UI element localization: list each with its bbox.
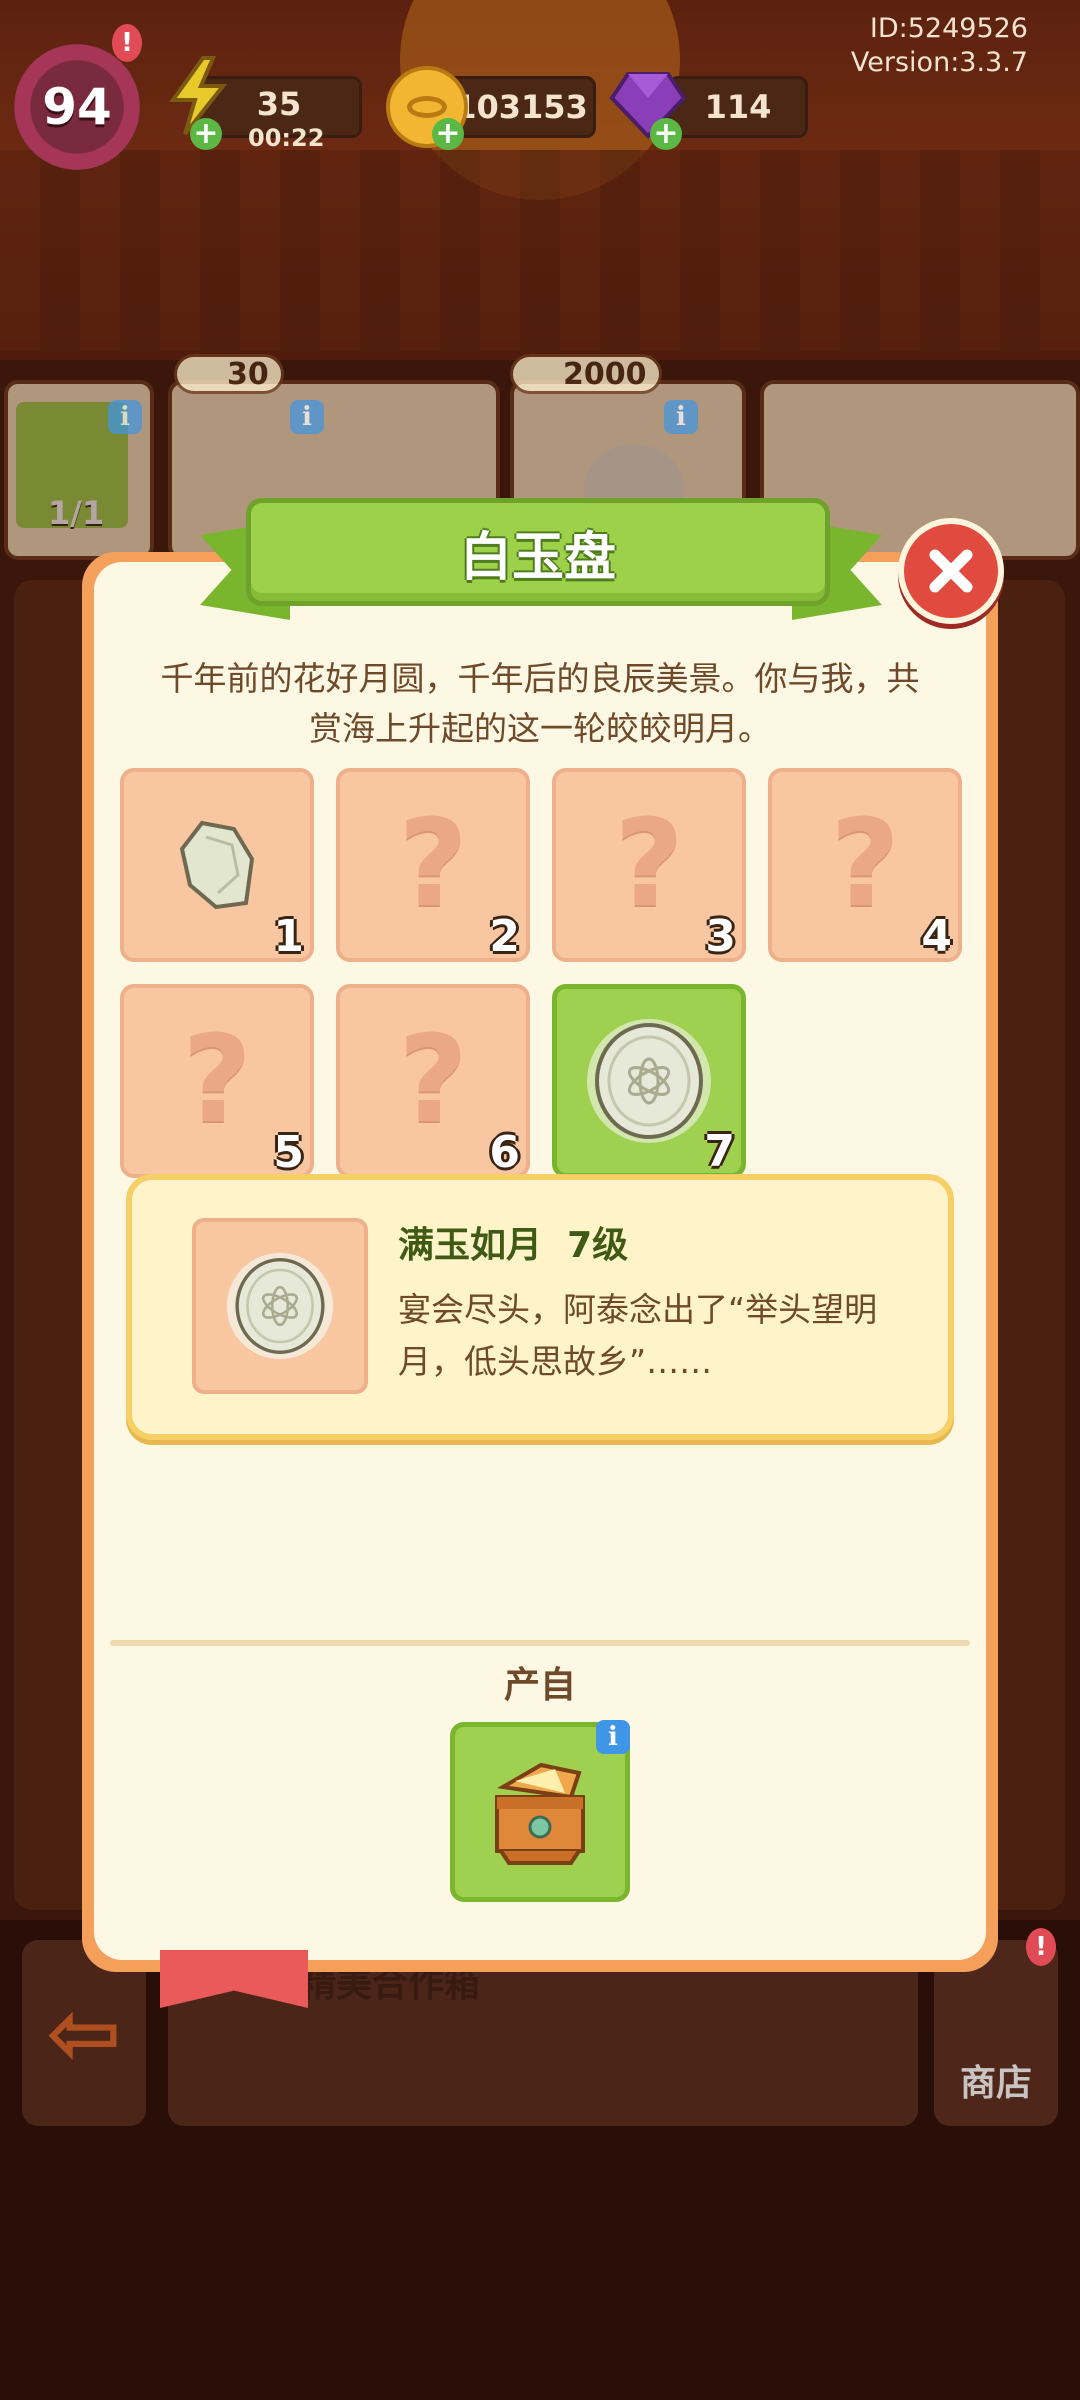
info-icon[interactable]: i (596, 1720, 630, 1754)
cell-level-number: 1 (273, 911, 304, 962)
card-price: 2000 (510, 354, 662, 394)
alert-mark: ! (121, 28, 133, 58)
info-icon[interactable]: i (290, 400, 324, 434)
cell-level-number: 3 (705, 911, 736, 962)
coin-value: 103153 (454, 88, 588, 126)
energy-value: 35 (256, 85, 302, 123)
modal-title: 白玉盘 (459, 527, 616, 588)
question-mark-icon: ? (398, 795, 468, 934)
price-value: 30 (227, 356, 269, 392)
question-mark-icon: ? (398, 1011, 468, 1150)
background-roofs (0, 150, 1080, 350)
merge-level-cell-3[interactable]: ? 3 (552, 768, 746, 962)
cell-level-number: 5 (273, 1127, 304, 1178)
jade-plate-icon (587, 1019, 711, 1143)
jade-fragment-icon (179, 820, 255, 910)
coin-counter[interactable]: 103153 (446, 76, 596, 138)
detail-thumbnail (192, 1218, 368, 1394)
section-divider (110, 1640, 970, 1646)
energy-timer: 00:22 (248, 124, 325, 152)
card-price: 30 (174, 354, 284, 394)
info-icon[interactable]: i (664, 400, 698, 434)
level-value: 94 (42, 78, 112, 136)
treasure-chest-icon (495, 1762, 585, 1865)
close-button[interactable] (898, 518, 1004, 624)
info-icon[interactable]: i (108, 400, 142, 434)
player-id: ID:5249526 (869, 13, 1028, 44)
cell-level-number: 4 (921, 911, 952, 962)
add-coins-button[interactable]: + (432, 118, 464, 150)
modal-title-banner: 白玉盘 (246, 498, 830, 606)
shop-alert-badge: ! (1026, 1928, 1056, 1966)
question-mark-icon: ? (182, 1011, 252, 1150)
add-energy-button[interactable]: + (190, 118, 222, 150)
level-badge[interactable]: 94 (14, 44, 140, 170)
jade-plate-icon (226, 1252, 334, 1360)
merge-level-cell-4[interactable]: ? 4 (768, 768, 962, 962)
merge-level-cell-6[interactable]: ? 6 (336, 984, 530, 1178)
question-mark-icon: ? (614, 795, 684, 934)
source-label: 产自 (503, 1665, 576, 1706)
merge-level-cell-5[interactable]: ? 5 (120, 984, 314, 1178)
add-gems-button[interactable]: + (650, 118, 682, 150)
shop-label: 商店 (959, 2063, 1032, 2104)
cell-level-number: 7 (704, 1126, 735, 1177)
exit-arrow-icon: ⇦ (46, 1980, 122, 2086)
question-mark-icon: ? (830, 795, 900, 934)
merge-level-cell-7[interactable]: 7 (552, 984, 746, 1178)
gem-value: 114 (704, 88, 772, 126)
account-info: ID:5249526 Version:3.3.7 (851, 12, 1028, 80)
close-icon (929, 549, 973, 593)
detail-item-text: 宴会尽头，阿泰念出了“举头望明月，低头思故乡”…… (398, 1290, 878, 1381)
level-alert-badge: ! (112, 24, 142, 62)
alert-mark: ! (1035, 1932, 1047, 1962)
item-description: 千年前的花好月圆，千年后的良辰美景。你与我，共赏海上升起的这一轮皎皎明月。 (160, 659, 920, 748)
version-label: Version:3.3.7 (850, 47, 1028, 78)
price-value: 2000 (563, 356, 647, 392)
card-count: 1/1 (48, 494, 105, 532)
cell-level-number: 2 (489, 911, 520, 962)
merge-level-cell-1[interactable]: 1 (120, 768, 314, 962)
cell-level-number: 6 (489, 1127, 520, 1178)
coin-mark (407, 96, 447, 118)
merge-level-cell-2[interactable]: ? 2 (336, 768, 530, 962)
detail-item-name: 满玉如月 7级 (398, 1225, 629, 1266)
